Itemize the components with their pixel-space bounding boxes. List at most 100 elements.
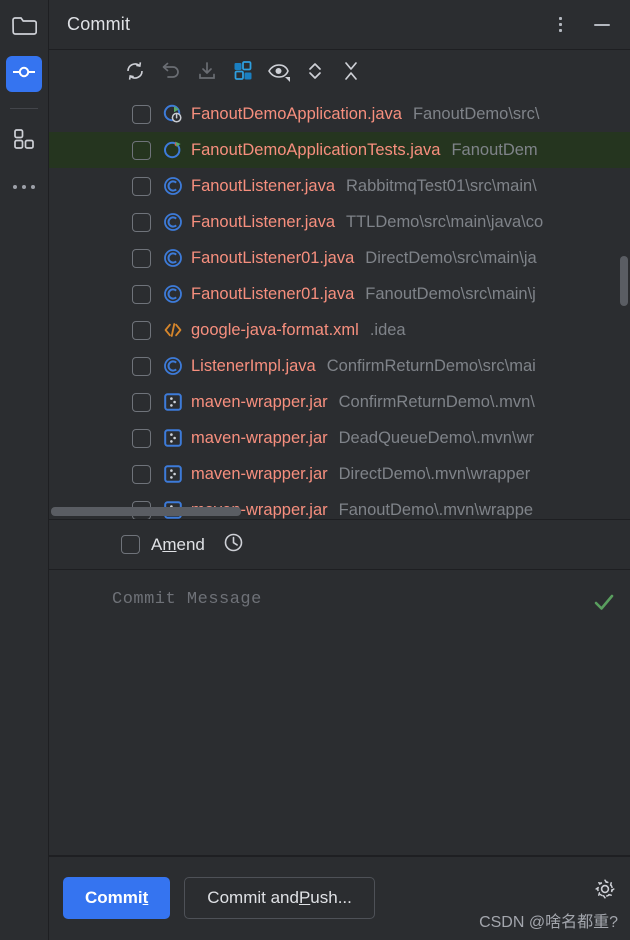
table-row[interactable]: maven-wrapper.jar ConfirmReturnDemo\.mvn\ xyxy=(49,384,630,420)
vertical-ellipsis-icon xyxy=(558,17,562,32)
rail-item-structure[interactable] xyxy=(6,123,42,159)
commit-button-label-before: Commi xyxy=(85,888,143,907)
test-class-icon xyxy=(163,140,183,160)
commit-tool-window: Commit FanoutDemoApplication.java Fanout… xyxy=(0,0,630,940)
file-name: FanoutDemoApplicationTests.java xyxy=(191,140,441,159)
table-row[interactable]: FanoutListener01.java FanoutDemo\src\main… xyxy=(49,276,630,312)
java-class-icon xyxy=(163,212,183,232)
file-path: DirectDemo\src\main\ja xyxy=(365,248,537,267)
file-path: .idea xyxy=(369,320,406,339)
table-row[interactable]: FanoutDemoApplication.java FanoutDemo\src… xyxy=(49,96,630,132)
group-by-button[interactable] xyxy=(229,59,257,87)
commit-message-area[interactable]: Commit Message xyxy=(49,570,630,856)
structure-icon xyxy=(12,127,36,156)
horizontal-scrollbar-thumb[interactable] xyxy=(51,507,241,516)
row-checkbox[interactable] xyxy=(132,392,151,412)
commit-and-push-button[interactable]: Commit and Push... xyxy=(184,877,375,919)
clock-history-icon xyxy=(223,532,244,558)
spellcheck-ok-button[interactable] xyxy=(592,590,616,619)
file-name: google-java-format.xml xyxy=(191,320,359,339)
row-checkbox[interactable] xyxy=(132,320,151,340)
file-name: FanoutListener.java xyxy=(191,212,336,231)
java-class-icon xyxy=(163,356,183,376)
commit-panel: Commit FanoutDemoApplication.java Fanout… xyxy=(49,0,630,940)
amend-bar: Amend xyxy=(49,520,630,570)
rollback-button[interactable] xyxy=(157,59,185,87)
file-name: FanoutListener01.java xyxy=(191,248,355,267)
row-checkbox[interactable] xyxy=(132,176,151,196)
undo-icon xyxy=(160,60,182,87)
push-button-mnemonic: P xyxy=(298,888,311,907)
file-path: FanoutDemo\.mvn\wrappe xyxy=(338,500,534,519)
chevron-updown-icon xyxy=(305,60,325,87)
table-row[interactable]: maven-wrapper.jar DeadQueueDemo\.mvn\wr xyxy=(49,420,630,456)
file-path: RabbitmqTest01\src\main\ xyxy=(346,176,537,195)
push-button-label-after: ush... xyxy=(310,888,352,907)
java-class-icon xyxy=(163,284,183,304)
file-path: FanoutDemo\src\ xyxy=(412,104,540,123)
commit-icon xyxy=(11,59,37,90)
jar-file-icon xyxy=(163,464,183,484)
show-diff-preview-button[interactable] xyxy=(265,59,293,87)
file-name: maven-wrapper.jar xyxy=(191,464,328,483)
row-checkbox[interactable] xyxy=(132,284,151,304)
changed-files-list[interactable]: FanoutDemoApplication.java FanoutDemo\src… xyxy=(49,96,630,520)
spring-boot-class-icon xyxy=(163,104,183,124)
file-path: DeadQueueDemo\.mvn\wr xyxy=(338,428,534,447)
row-checkbox[interactable] xyxy=(132,356,151,376)
row-checkbox[interactable] xyxy=(132,248,151,268)
gear-icon xyxy=(594,879,616,904)
commit-message-placeholder: Commit Message xyxy=(112,590,262,609)
row-checkbox[interactable] xyxy=(132,464,151,484)
rail-item-more[interactable] xyxy=(6,169,42,205)
minimize-button[interactable] xyxy=(588,11,616,39)
file-path: ConfirmReturnDemo\src\mai xyxy=(326,356,536,375)
minimize-icon xyxy=(594,23,610,26)
file-path: DirectDemo\.mvn\wrapper xyxy=(338,464,531,483)
green-check-icon xyxy=(592,594,616,618)
commit-button[interactable]: Commi t xyxy=(63,877,171,919)
file-name: FanoutListener01.java xyxy=(191,284,355,303)
table-row[interactable]: FanoutDemoApplicationTests.java FanoutDem xyxy=(49,132,630,168)
footer-divider xyxy=(49,856,630,857)
table-row[interactable]: google-java-format.xml .idea xyxy=(49,312,630,348)
amend-checkbox[interactable] xyxy=(121,535,140,554)
eye-icon xyxy=(267,60,291,87)
commit-button-mnemonic: t xyxy=(142,888,149,907)
tool-window-header: Commit xyxy=(49,0,630,50)
commit-footer: Commi t Commit and Push... CSDN @啥名都重? xyxy=(49,856,630,940)
project-folder-icon xyxy=(11,15,38,42)
table-row[interactable]: maven-wrapper.jar DirectDemo\.mvn\wrapper xyxy=(49,456,630,492)
file-name: FanoutListener.java xyxy=(191,176,336,195)
vertical-scrollbar-thumb[interactable] xyxy=(620,256,628,306)
row-checkbox[interactable] xyxy=(132,104,151,124)
table-row[interactable]: FanoutListener.java TTLDemo\src\main\java… xyxy=(49,204,630,240)
rail-item-project[interactable] xyxy=(6,10,42,46)
java-class-icon xyxy=(163,176,183,196)
page-title: Commit xyxy=(67,14,131,34)
table-row[interactable]: FanoutListener.java RabbitmqTest01\src\ma… xyxy=(49,168,630,204)
commit-history-button[interactable] xyxy=(223,532,244,558)
table-row[interactable]: ListenerImpl.java ConfirmReturnDemo\src\m… xyxy=(49,348,630,384)
more-tool-windows-icon xyxy=(13,172,35,202)
rail-item-commit[interactable] xyxy=(6,56,42,92)
commit-settings-button[interactable] xyxy=(594,878,616,905)
row-checkbox[interactable] xyxy=(132,428,151,448)
collapse-all-button[interactable] xyxy=(337,59,365,87)
update-project-button[interactable] xyxy=(193,59,221,87)
options-menu-button[interactable] xyxy=(546,11,574,39)
tool-window-rail xyxy=(0,0,49,940)
expand-collapse-button[interactable] xyxy=(301,59,329,87)
refresh-changes-button[interactable] xyxy=(121,59,149,87)
amend-label[interactable]: Amend xyxy=(151,535,205,555)
file-path: TTLDemo\src\main\java\co xyxy=(346,212,544,231)
watermark: CSDN @啥名都重? xyxy=(479,914,618,931)
collapse-all-icon xyxy=(341,60,361,87)
java-class-icon xyxy=(163,248,183,268)
row-checkbox[interactable] xyxy=(132,212,151,232)
table-row[interactable]: FanoutListener01.java DirectDemo\src\main… xyxy=(49,240,630,276)
row-checkbox[interactable] xyxy=(132,140,151,160)
file-path: FanoutDem xyxy=(451,140,538,159)
push-button-label-before: Commit and xyxy=(207,888,299,907)
file-name: maven-wrapper.jar xyxy=(191,428,328,447)
